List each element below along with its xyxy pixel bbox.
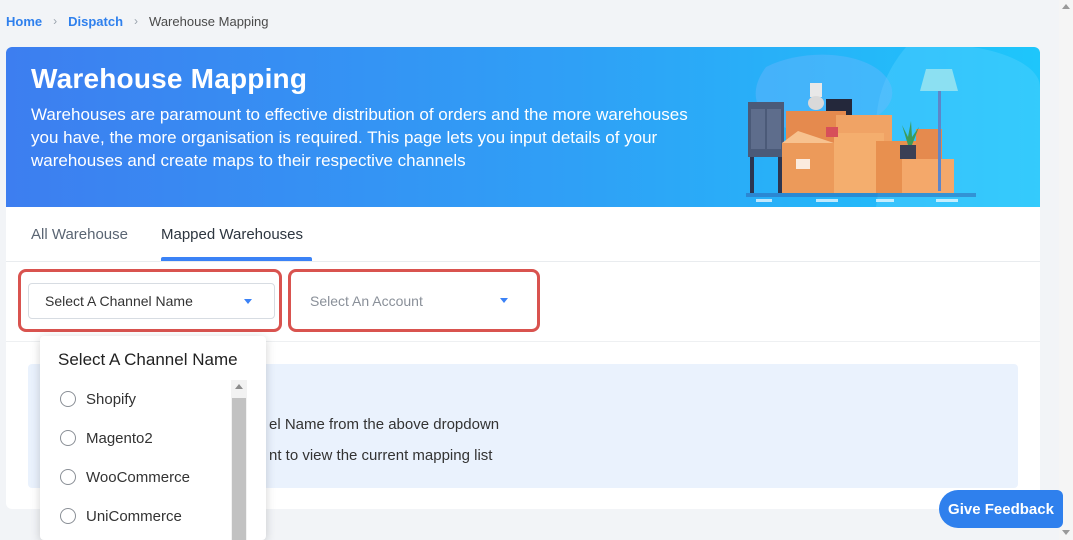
option-shopify[interactable]: Shopify [60,389,136,409]
scroll-up-arrow-icon[interactable] [235,384,243,389]
tab-all-warehouse[interactable]: All Warehouse [31,207,128,262]
scroll-up-arrow-icon[interactable] [1062,4,1070,9]
page-scrollbar[interactable] [1059,0,1073,540]
active-tab-indicator [161,257,312,261]
info-line-1: el Name from the above dropdown [269,416,500,433]
filter-row: Select A Channel Name Select An Account [6,262,1040,342]
option-label: Magento2 [86,429,153,447]
dropdown-scrollbar[interactable] [231,380,247,540]
chevron-right-icon: › [134,14,139,28]
option-magento2[interactable]: Magento2 [60,428,153,448]
option-unicommerce[interactable]: UniCommerce [60,506,182,526]
radio-icon[interactable] [60,391,76,407]
dropdown-title: Select A Channel Name [58,350,238,369]
caret-down-icon [500,298,508,303]
option-label: WooCommerce [86,468,190,486]
page-banner: Warehouse Mapping Warehouses are paramou… [6,47,1040,207]
info-line-2: nt to view the current mapping list [269,447,493,464]
give-feedback-button[interactable]: Give Feedback [939,490,1063,528]
boxes-illustration [746,69,976,202]
breadcrumb: Home › Dispatch › Warehouse Mapping [6,12,269,30]
breadcrumb-home-link[interactable]: Home [6,14,42,29]
channel-dropdown: Select A Channel Name Shopify Magento2 W… [40,336,266,540]
scroll-down-arrow-icon[interactable] [1062,530,1070,535]
page-description: Warehouses are paramount to effective di… [31,105,688,170]
option-label: UniCommerce [86,507,182,525]
caret-down-icon [244,299,252,304]
breadcrumb-current: Warehouse Mapping [149,13,269,29]
channel-select-placeholder: Select A Channel Name [45,293,193,309]
dropdown-scrollbar-thumb[interactable] [232,398,246,540]
breadcrumb-dispatch-link[interactable]: Dispatch [68,14,123,29]
account-select[interactable]: Select An Account [294,283,530,319]
radio-icon[interactable] [60,469,76,485]
chevron-right-icon: › [53,14,58,28]
page-title: Warehouse Mapping [31,63,308,94]
option-label: Shopify [86,390,137,408]
tab-mapped-warehouses[interactable]: Mapped Warehouses [161,207,303,262]
radio-icon[interactable] [60,508,76,524]
radio-icon[interactable] [60,430,76,446]
tab-bar: All Warehouse Mapped Warehouses [6,207,1040,262]
option-woocommerce[interactable]: WooCommerce [60,467,190,487]
channel-select[interactable]: Select A Channel Name [28,283,275,319]
account-select-placeholder: Select An Account [310,293,423,309]
